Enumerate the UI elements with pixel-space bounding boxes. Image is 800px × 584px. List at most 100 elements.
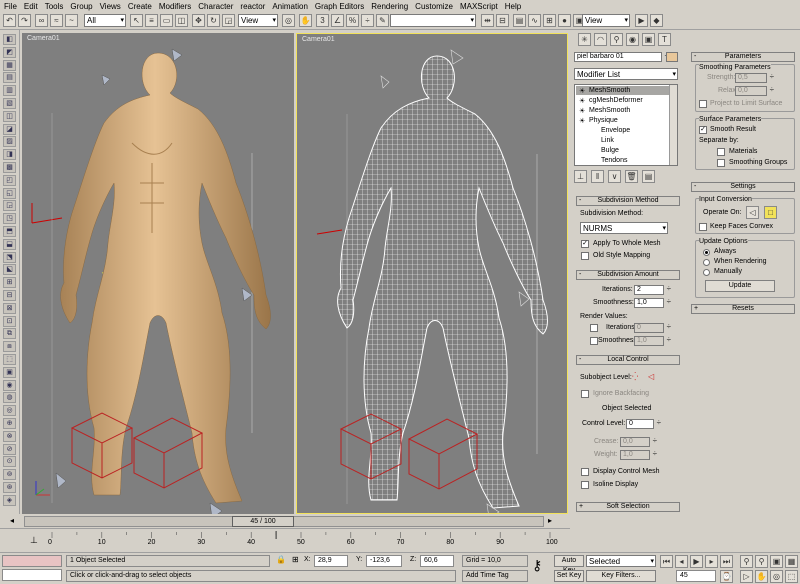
select-manipulate-icon[interactable]: ✋ bbox=[299, 14, 312, 27]
tab-panel-tool-icon[interactable]: ◎ bbox=[3, 405, 16, 417]
vertex-subobject-icon[interactable]: ⁛ bbox=[632, 372, 638, 381]
auto-key-button[interactable]: Auto Key bbox=[554, 555, 584, 574]
tab-panel-tool-icon[interactable]: ◱ bbox=[3, 187, 16, 199]
tab-panel-tool-icon[interactable]: ◪ bbox=[3, 123, 16, 135]
update-manually-radio[interactable] bbox=[703, 269, 710, 276]
tab-panel-tool-icon[interactable]: ◩ bbox=[3, 46, 16, 58]
maximize-viewport-icon[interactable]: ⬚ bbox=[785, 570, 798, 583]
tab-panel-tool-icon[interactable]: ◨ bbox=[3, 149, 16, 161]
rotate-icon[interactable]: ↻ bbox=[207, 14, 220, 27]
scale-icon[interactable]: ◲ bbox=[222, 14, 235, 27]
goto-start-icon[interactable]: ⏮ bbox=[660, 555, 673, 568]
tab-panel-tool-icon[interactable]: ▤ bbox=[3, 72, 16, 84]
update-when-rendering-radio[interactable] bbox=[703, 259, 710, 266]
display-control-mesh-checkbox[interactable] bbox=[581, 468, 589, 476]
stack-item[interactable]: Bulge bbox=[601, 146, 619, 155]
stack-item[interactable]: Link bbox=[601, 136, 614, 145]
y-coordinate-field[interactable]: -123,6 bbox=[366, 555, 402, 567]
parameters-rollout[interactable]: Parameters bbox=[691, 52, 795, 62]
show-end-result-icon[interactable]: ‖ bbox=[591, 170, 604, 183]
pin-stack-icon[interactable]: ⊥ bbox=[574, 170, 587, 183]
object-name-field[interactable]: piel barbaro 01 bbox=[574, 52, 669, 62]
time-slider-thumb[interactable]: 45 / 100 bbox=[232, 516, 294, 527]
x-coordinate-field[interactable]: 28,9 bbox=[314, 555, 348, 567]
selection-filter-dropdown[interactable]: All bbox=[84, 14, 126, 27]
time-config-icon[interactable]: ⌚ bbox=[720, 570, 733, 583]
tab-panel-tool-icon[interactable]: ⊗ bbox=[3, 430, 16, 442]
remove-modifier-icon[interactable]: 🗑 bbox=[625, 170, 638, 183]
tab-panel-tool-icon[interactable]: ◉ bbox=[3, 379, 16, 391]
modify-tab-icon[interactable]: ◠ bbox=[594, 33, 607, 46]
subdivision-amount-rollout[interactable]: Subdivision Amount bbox=[576, 270, 680, 280]
smoothness-spinner[interactable]: 1,0 bbox=[634, 298, 671, 308]
lightbulb-icon[interactable]: ☀ bbox=[579, 97, 585, 105]
link-icon[interactable]: ∞ bbox=[35, 14, 48, 27]
lightbulb-icon[interactable]: ☀ bbox=[579, 107, 585, 115]
maxscript-input[interactable] bbox=[2, 569, 62, 581]
tab-panel-tool-icon[interactable]: ▨ bbox=[3, 136, 16, 148]
lock-selection-icon[interactable]: 🔒 bbox=[276, 555, 286, 564]
tab-panel-tool-icon[interactable]: ⧉ bbox=[3, 328, 16, 340]
orbit-icon[interactable]: ◎ bbox=[770, 570, 783, 583]
utilities-tab-icon[interactable]: T bbox=[658, 33, 671, 46]
tab-panel-tool-icon[interactable]: ▣ bbox=[3, 366, 16, 378]
tab-panel-tool-icon[interactable]: ◰ bbox=[3, 174, 16, 186]
tab-panel-tool-icon[interactable]: ⬓ bbox=[3, 238, 16, 250]
apply-whole-mesh-checkbox[interactable]: ✓ bbox=[581, 240, 589, 248]
iterations-spinner[interactable]: 2 bbox=[634, 285, 671, 295]
tab-panel-tool-icon[interactable]: ⊘ bbox=[3, 443, 16, 455]
tab-panel-tool-icon[interactable]: ◍ bbox=[3, 392, 16, 404]
next-frame-icon[interactable]: ▸ bbox=[548, 516, 552, 525]
schematic-view-icon[interactable]: ⊞ bbox=[543, 14, 556, 27]
old-style-mapping-checkbox[interactable] bbox=[581, 252, 589, 260]
unlink-icon[interactable]: ≈ bbox=[50, 14, 63, 27]
weight-spinner[interactable]: 1,0 bbox=[620, 450, 657, 460]
materials-checkbox[interactable] bbox=[717, 148, 725, 156]
tab-panel-tool-icon[interactable]: ▩ bbox=[3, 162, 16, 173]
align-icon[interactable]: ⊟ bbox=[496, 14, 509, 27]
named-selection-icon[interactable]: ✎ bbox=[376, 14, 389, 27]
viewport-left[interactable]: Camera01 bbox=[22, 33, 294, 514]
mirror-icon[interactable]: ⇹ bbox=[481, 14, 494, 27]
zoom-extents-icon[interactable]: ▣ bbox=[770, 555, 783, 568]
menu-item[interactable]: File bbox=[4, 2, 17, 11]
strength-spinner[interactable]: 0,5 bbox=[735, 73, 774, 83]
tab-panel-tool-icon[interactable]: ▦ bbox=[3, 59, 16, 71]
menu-item[interactable]: Animation bbox=[272, 2, 308, 11]
maxscript-listener-mini[interactable] bbox=[2, 555, 62, 567]
render-type-dropdown[interactable]: View bbox=[582, 14, 630, 27]
field-of-view-icon[interactable]: ▷ bbox=[740, 570, 753, 583]
resets-rollout[interactable]: Resets bbox=[691, 304, 795, 314]
snap-3d-icon[interactable]: 3 bbox=[316, 14, 329, 27]
tab-panel-tool-icon[interactable]: ◫ bbox=[3, 110, 16, 122]
time-slider[interactable]: 45 / 100 ◂ ▸ bbox=[0, 514, 570, 528]
material-editor-icon[interactable]: ● bbox=[558, 14, 571, 27]
render-smoothness-spinner[interactable]: 1,0 bbox=[634, 336, 671, 346]
stack-item[interactable]: MeshSmooth bbox=[589, 106, 630, 115]
relax-spinner[interactable]: 0,0 bbox=[735, 86, 774, 96]
menu-item[interactable]: Create bbox=[128, 2, 152, 11]
absolute-mode-icon[interactable]: ⊞ bbox=[292, 555, 299, 564]
rect-selection-icon[interactable]: ▭ bbox=[160, 14, 173, 27]
tab-panel-tool-icon[interactable]: ⬚ bbox=[3, 354, 16, 365]
edge-subobject-icon[interactable]: ◁ bbox=[648, 372, 654, 381]
move-icon[interactable]: ✥ bbox=[192, 14, 205, 27]
menu-item[interactable]: Group bbox=[70, 2, 92, 11]
operate-on-polygons-icon[interactable]: □ bbox=[764, 206, 777, 219]
ref-coord-dropdown[interactable]: View bbox=[238, 14, 278, 27]
tab-panel-tool-icon[interactable]: ⊙ bbox=[3, 456, 16, 468]
menu-item[interactable]: Character bbox=[198, 2, 233, 11]
menu-item[interactable]: Rendering bbox=[371, 2, 408, 11]
update-always-radio[interactable] bbox=[703, 249, 710, 256]
render-smoothness-checkbox[interactable] bbox=[590, 337, 598, 345]
prev-key-icon[interactable]: ◂ bbox=[675, 555, 688, 568]
pivot-center-icon[interactable]: ◎ bbox=[282, 14, 295, 27]
update-button[interactable]: Update bbox=[705, 280, 775, 292]
render-iterations-spinner[interactable]: 0 bbox=[634, 323, 671, 333]
curve-editor-icon[interactable]: ∿ bbox=[528, 14, 541, 27]
isoline-display-checkbox[interactable] bbox=[581, 481, 589, 489]
lightbulb-icon[interactable]: ☀ bbox=[579, 87, 585, 95]
smoothing-groups-checkbox[interactable] bbox=[717, 159, 725, 167]
redo-icon[interactable]: ↷ bbox=[18, 14, 31, 27]
z-coordinate-field[interactable]: 60,6 bbox=[420, 555, 454, 567]
